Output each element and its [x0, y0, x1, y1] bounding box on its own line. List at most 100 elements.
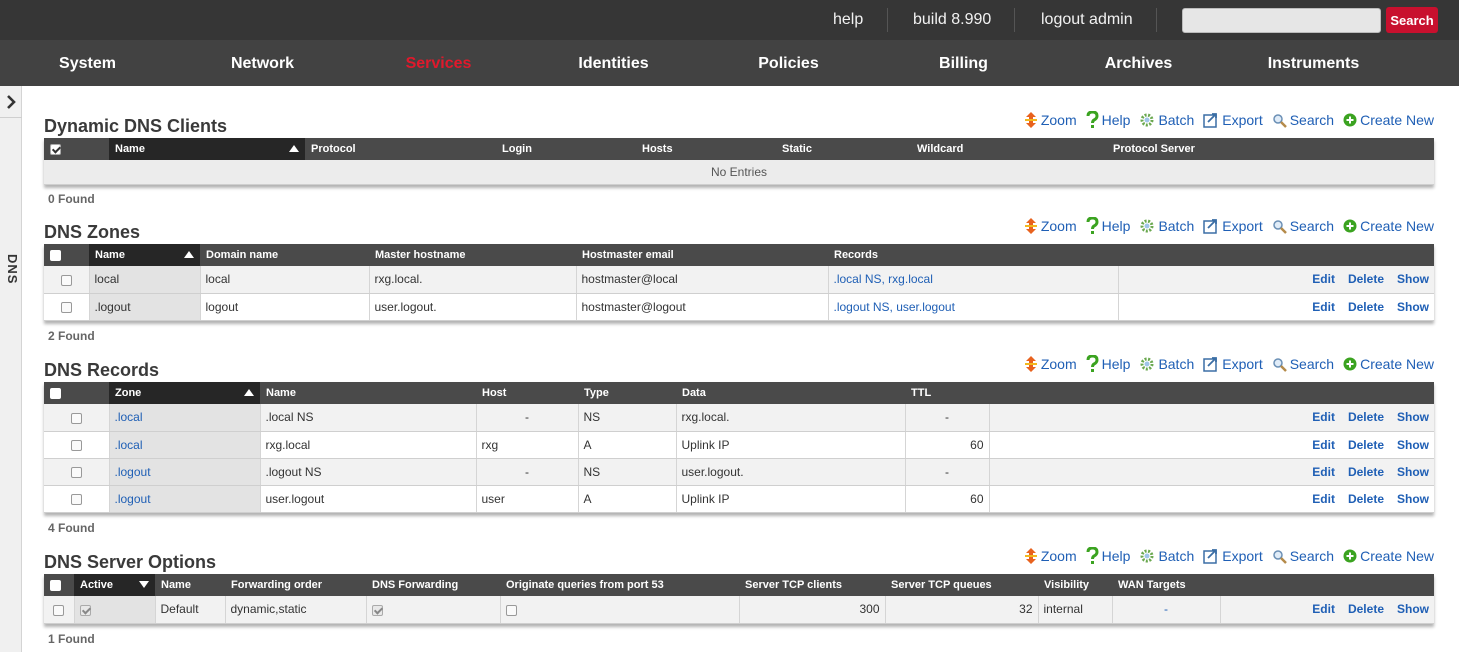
column-header[interactable]: Forwarding order [225, 574, 366, 596]
edit-link[interactable]: Edit [1312, 465, 1335, 479]
column-header[interactable]: Server TCP clients [739, 574, 885, 596]
select-all-header[interactable] [44, 574, 74, 596]
row-select-cell[interactable] [44, 596, 75, 624]
export-button[interactable]: Export [1203, 356, 1263, 372]
column-header[interactable]: Hosts [636, 138, 776, 160]
zoom-button[interactable]: Zoom [1024, 355, 1077, 373]
row-checkbox[interactable] [70, 493, 82, 505]
column-header[interactable]: Domain name [200, 244, 369, 266]
column-header[interactable]: Active [74, 574, 155, 596]
batch-button[interactable]: Batch [1139, 356, 1194, 372]
edit-link[interactable]: Edit [1312, 438, 1335, 452]
nav-network[interactable]: Network [175, 40, 350, 86]
show-link[interactable]: Show [1397, 465, 1429, 479]
nav-services[interactable]: Services [351, 40, 526, 86]
column-header[interactable]: Hostmaster email [576, 244, 828, 266]
column-header[interactable]: Login [496, 138, 636, 160]
show-link[interactable]: Show [1397, 492, 1429, 506]
search-button[interactable]: Search [1272, 218, 1334, 234]
search-button[interactable]: Search [1272, 548, 1334, 564]
column-header[interactable]: Static [776, 138, 911, 160]
column-header[interactable]: Name [109, 138, 305, 160]
zone-link[interactable]: .logout [109, 485, 261, 513]
help-link[interactable]: help [833, 0, 863, 40]
zoom-button[interactable]: Zoom [1024, 547, 1077, 565]
row-checkbox[interactable] [60, 274, 72, 286]
column-header[interactable]: Server TCP queues [885, 574, 1038, 596]
help-button[interactable]: Help [1086, 355, 1130, 373]
delete-link[interactable]: Delete [1348, 465, 1384, 479]
edit-link[interactable]: Edit [1312, 602, 1335, 616]
column-header[interactable]: Data [676, 382, 905, 404]
delete-link[interactable]: Delete [1348, 492, 1384, 506]
nav-policies[interactable]: Policies [701, 40, 876, 86]
show-link[interactable]: Show [1397, 438, 1429, 452]
column-header[interactable]: Name [155, 574, 225, 596]
column-header[interactable]: WAN Targets [1112, 574, 1220, 596]
row-select-cell[interactable] [44, 458, 110, 486]
logout-link[interactable]: logout admin [1041, 0, 1133, 40]
row-checkbox[interactable] [53, 604, 65, 616]
zone-link[interactable]: .local [109, 431, 261, 459]
row-select-cell[interactable] [44, 404, 110, 432]
create-new-button[interactable]: Create New [1343, 218, 1434, 234]
edit-link[interactable]: Edit [1312, 410, 1335, 424]
delete-link[interactable]: Delete [1348, 272, 1384, 286]
select-all-checkbox[interactable] [50, 143, 61, 155]
batch-button[interactable]: Batch [1139, 112, 1194, 128]
column-header[interactable]: Host [476, 382, 578, 404]
edit-link[interactable]: Edit [1312, 272, 1335, 286]
search-button[interactable]: Search [1272, 112, 1334, 128]
column-header[interactable]: Zone [109, 382, 260, 404]
zone-link[interactable]: .logout [109, 458, 261, 486]
row-checkbox[interactable] [60, 301, 72, 313]
nav-billing[interactable]: Billing [876, 40, 1051, 86]
select-all-checkbox[interactable] [50, 579, 61, 591]
column-header[interactable]: Visibility [1038, 574, 1112, 596]
select-all-header[interactable] [44, 244, 89, 266]
column-header[interactable]: TTL [905, 382, 989, 404]
delete-link[interactable]: Delete [1348, 602, 1384, 616]
show-link[interactable]: Show [1397, 602, 1429, 616]
select-all-header[interactable] [44, 138, 109, 160]
column-header[interactable]: Name [89, 244, 200, 266]
row-checkbox[interactable] [70, 466, 82, 478]
column-header[interactable]: Master hostname [369, 244, 576, 266]
column-header[interactable]: Originate queries from port 53 [500, 574, 739, 596]
export-button[interactable]: Export [1203, 218, 1263, 234]
batch-button[interactable]: Batch [1139, 548, 1194, 564]
column-header[interactable]: Name [260, 382, 476, 404]
show-link[interactable]: Show [1397, 272, 1429, 286]
delete-link[interactable]: Delete [1348, 438, 1384, 452]
delete-link[interactable]: Delete [1348, 410, 1384, 424]
row-checkbox[interactable] [70, 412, 82, 424]
search-button[interactable]: Search [1272, 356, 1334, 372]
edit-link[interactable]: Edit [1312, 300, 1335, 314]
column-header[interactable]: Protocol Server [1107, 138, 1434, 160]
export-button[interactable]: Export [1203, 112, 1263, 128]
nav-archives[interactable]: Archives [1051, 40, 1226, 86]
nav-instruments[interactable]: Instruments [1226, 40, 1401, 86]
column-header[interactable]: Type [578, 382, 676, 404]
create-new-button[interactable]: Create New [1343, 356, 1434, 372]
zoom-button[interactable]: Zoom [1024, 111, 1077, 129]
column-header[interactable]: Protocol [305, 138, 496, 160]
show-link[interactable]: Show [1397, 300, 1429, 314]
select-all-header[interactable] [44, 382, 109, 404]
column-header[interactable]: Wildcard [911, 138, 1107, 160]
records-link[interactable]: .local NS, rxg.local [828, 266, 1119, 294]
select-all-checkbox[interactable] [50, 387, 61, 399]
search-input[interactable] [1182, 8, 1381, 33]
help-button[interactable]: Help [1086, 547, 1130, 565]
row-select-cell[interactable] [44, 431, 110, 459]
select-all-checkbox[interactable] [50, 249, 61, 261]
help-button[interactable]: Help [1086, 111, 1130, 129]
sidebar-toggle[interactable] [0, 86, 22, 118]
nav-system[interactable]: System [0, 40, 175, 86]
column-header[interactable]: Records [828, 244, 1118, 266]
batch-button[interactable]: Batch [1139, 218, 1194, 234]
row-select-cell[interactable] [44, 485, 110, 513]
column-header[interactable]: DNS Forwarding [366, 574, 500, 596]
create-new-button[interactable]: Create New [1343, 548, 1434, 564]
records-link[interactable]: .logout NS, user.logout [828, 293, 1119, 321]
